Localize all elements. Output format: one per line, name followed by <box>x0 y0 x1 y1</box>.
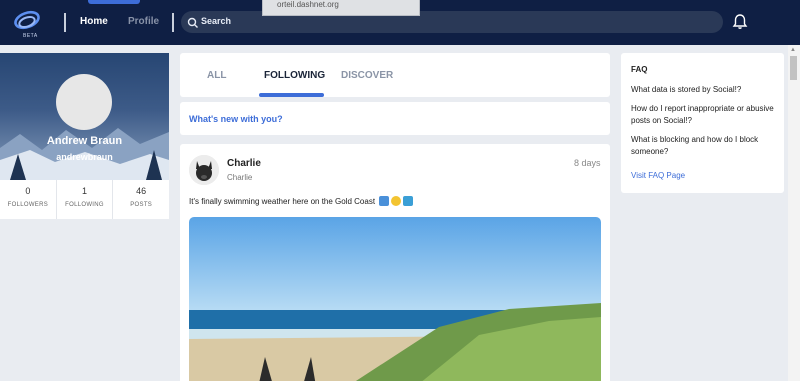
page-scrollbar[interactable] <box>788 45 800 381</box>
profile-card: Andrew Braun andrewbraun 0 FOLLOWERS 1 F… <box>0 53 169 219</box>
post-image[interactable] <box>189 217 601 381</box>
sun-emoji-icon <box>391 196 402 206</box>
faq-title: FAQ <box>631 65 648 74</box>
post-timestamp: 8 days <box>574 158 601 168</box>
stat-following[interactable]: 1 FOLLOWING <box>57 180 114 219</box>
bell-icon[interactable] <box>732 13 748 30</box>
search-icon <box>187 16 199 28</box>
search-placeholder: Search <box>201 16 232 26</box>
faq-panel: FAQ What data is stored by Social!? How … <box>621 53 784 193</box>
tab-all[interactable]: ALL <box>207 70 226 81</box>
wave-emoji-icon <box>403 196 414 206</box>
post-author-avatar[interactable] <box>189 155 219 185</box>
profile-cover-image: Andrew Braun andrewbraun <box>0 53 169 180</box>
stat-value: 0 <box>25 186 31 196</box>
beta-badge: BETA <box>23 33 38 39</box>
nav-divider <box>172 13 174 32</box>
post-author-name[interactable]: Charlie <box>227 158 261 169</box>
avatar[interactable] <box>56 74 112 130</box>
nav-divider <box>64 13 66 32</box>
profile-handle: andrewbraun <box>56 152 113 162</box>
post-text: It's finally swimming weather here on th… <box>189 196 414 206</box>
stat-followers[interactable]: 0 FOLLOWERS <box>0 180 57 219</box>
post-composer[interactable]: What's new with you? <box>180 102 610 135</box>
stat-value: 46 <box>136 186 147 196</box>
composer-prompt: What's new with you? <box>189 114 283 124</box>
faq-item[interactable]: What is blocking and how do I block some… <box>631 134 779 158</box>
visit-faq-link[interactable]: Visit FAQ Page <box>631 171 685 180</box>
swimming-emoji-icon <box>379 196 390 206</box>
tab-following[interactable]: FOLLOWING <box>264 70 325 81</box>
profile-name: Andrew Braun <box>46 135 123 147</box>
active-nav-indicator <box>88 0 140 4</box>
post-body: It's finally swimming weather here on th… <box>189 197 376 206</box>
url-tooltip: orteil.dashnet.org <box>262 0 420 16</box>
faq-item[interactable]: How do I report inappropriate or abusive… <box>631 103 779 127</box>
scrollbar-thumb[interactable] <box>790 56 797 80</box>
tab-discover[interactable]: DISCOVER <box>341 70 393 81</box>
post-author-handle[interactable]: Charlie <box>227 173 252 182</box>
stat-label: FOLLOWERS <box>7 202 49 208</box>
stat-label: FOLLOWING <box>65 202 104 208</box>
nav-home-link[interactable]: Home <box>80 16 108 27</box>
profile-stats: 0 FOLLOWERS 1 FOLLOWING 46 POSTS <box>0 180 169 219</box>
stat-posts[interactable]: 46 POSTS <box>113 180 169 219</box>
stat-label: POSTS <box>130 202 153 208</box>
stat-value: 1 <box>82 186 88 196</box>
scroll-up-arrow-icon[interactable]: ▲ <box>790 47 796 53</box>
active-tab-indicator <box>259 93 324 97</box>
feed-post: Charlie Charlie 8 days It's finally swim… <box>180 144 610 381</box>
faq-item[interactable]: What data is stored by Social!? <box>631 84 779 96</box>
feed-tabs: ALL FOLLOWING DISCOVER <box>180 53 610 97</box>
nav-profile-link[interactable]: Profile <box>128 16 159 27</box>
